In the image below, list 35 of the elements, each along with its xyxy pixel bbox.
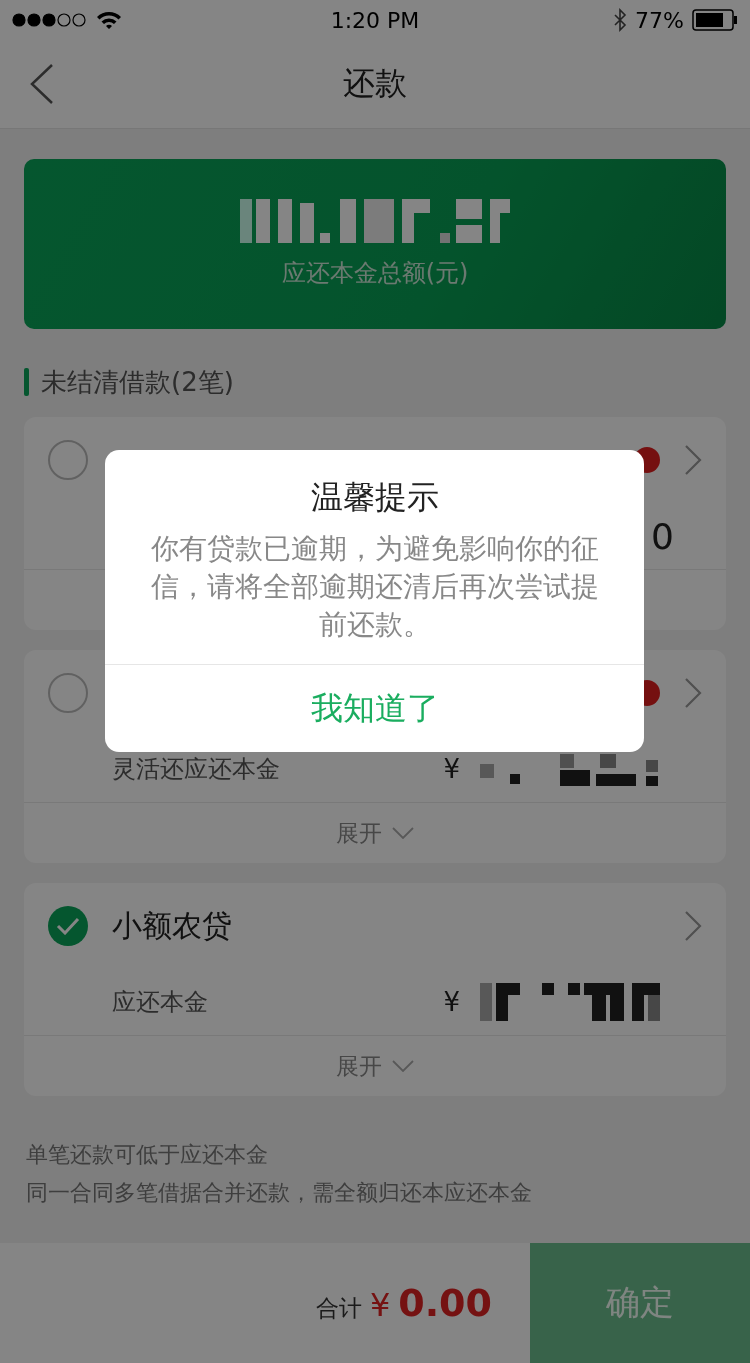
- battery-icon: [692, 9, 738, 31]
- amount-label: 应还本金: [112, 987, 209, 1018]
- dialog-title: 温馨提示: [310, 477, 439, 518]
- currency-sign: ¥: [369, 1285, 391, 1324]
- note-text: 同一合同多笔借据合并还款，需全额归还本应还本金: [26, 1179, 533, 1207]
- chevron-down-icon: [392, 827, 414, 839]
- checked-radio[interactable]: [48, 906, 88, 946]
- chevron-right-icon[interactable]: [684, 444, 702, 476]
- amount-value: 0: [651, 515, 674, 557]
- check-icon: [56, 917, 80, 935]
- section-title: 未结清借款(2笔): [41, 365, 234, 399]
- expand-button[interactable]: 展开: [332, 1046, 418, 1086]
- currency-sign: ¥: [443, 987, 460, 1017]
- bluetooth-icon: [613, 8, 628, 32]
- loan-title: 小额农贷: [112, 906, 233, 945]
- note-text: 单笔还款可低于应还本金: [26, 1141, 269, 1169]
- status-time: 1:20 PM: [330, 7, 420, 33]
- radio-button[interactable]: [48, 673, 88, 713]
- battery-percent: 77%: [635, 7, 684, 33]
- currency-sign: ¥: [443, 754, 460, 784]
- section-marker: [24, 368, 29, 396]
- dismiss-button[interactable]: 我知道了: [105, 664, 644, 752]
- total-amount: 0.00: [398, 1281, 492, 1325]
- chevron-right-icon[interactable]: [684, 677, 702, 709]
- amount-label: 灵活还应还本金: [112, 754, 281, 785]
- total-label: 合计: [315, 1293, 362, 1323]
- summary-caption: 应还本金总额(元): [281, 258, 469, 289]
- wifi-icon: [96, 10, 122, 30]
- expand-button[interactable]: 展开: [332, 813, 418, 853]
- signal-icon: [12, 13, 88, 27]
- radio-button[interactable]: [48, 440, 88, 480]
- chevron-down-icon: [392, 1060, 414, 1072]
- dialog-message: 你有贷款已逾期，为避免影响你的征信，请将全部逾期还清后再次尝试提前还款。: [149, 531, 600, 643]
- page-title: 还款: [343, 63, 407, 104]
- chevron-right-icon[interactable]: [684, 910, 702, 942]
